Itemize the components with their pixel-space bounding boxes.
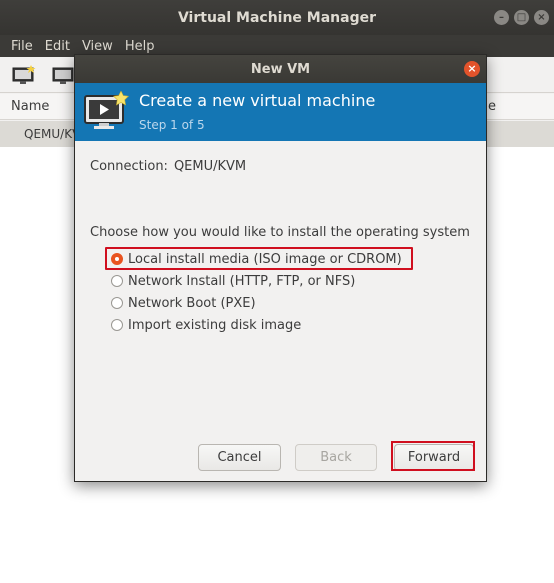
wizard-title: Create a new virtual machine [139, 91, 376, 110]
cancel-button[interactable]: Cancel [198, 444, 281, 471]
new-vm-icon[interactable] [12, 65, 36, 85]
connection-info: Connection: QEMU/KVM [90, 159, 246, 174]
menu-edit[interactable]: Edit [45, 39, 70, 54]
option-label: Network Boot (PXE) [128, 295, 256, 311]
connection-value: QEMU/KVM [173, 159, 247, 174]
wizard-header: Create a new virtual machine Step 1 of 5 [75, 83, 486, 141]
install-method-prompt: Choose how you would like to install the… [90, 225, 470, 240]
minimize-icon[interactable]: – [494, 10, 509, 25]
main-titlebar: Virtual Machine Manager – □ × [0, 0, 554, 35]
option-network-boot[interactable]: Network Boot (PXE) [111, 294, 256, 312]
column-name[interactable]: Name [11, 99, 49, 114]
menu-help[interactable]: Help [125, 39, 155, 54]
back-button: Back [295, 444, 377, 471]
highlight-box [391, 441, 475, 471]
menu-file[interactable]: File [11, 39, 33, 54]
dialog-title: New VM [250, 61, 311, 77]
option-import-disk-image[interactable]: Import existing disk image [111, 316, 301, 334]
connection-label: Connection: [90, 159, 168, 174]
virtual-machine-icon [84, 91, 129, 129]
close-icon[interactable]: × [534, 10, 549, 25]
dialog-close-icon[interactable]: × [464, 61, 480, 77]
menu-view[interactable]: View [82, 39, 113, 54]
main-window-title: Virtual Machine Manager [177, 9, 377, 26]
option-label: Network Install (HTTP, FTP, or NFS) [128, 273, 356, 289]
new-vm-dialog: New VM × Create a new virtual machine St… [74, 54, 487, 482]
dialog-titlebar: New VM × [75, 55, 486, 83]
option-network-install[interactable]: Network Install (HTTP, FTP, or NFS) [111, 272, 355, 290]
open-vm-icon[interactable] [52, 65, 76, 85]
option-label: Import existing disk image [128, 317, 302, 333]
maximize-icon[interactable]: □ [514, 10, 529, 25]
highlight-box [105, 247, 413, 270]
radio-icon[interactable] [111, 297, 123, 309]
radio-icon[interactable] [111, 319, 123, 331]
wizard-step: Step 1 of 5 [139, 118, 205, 132]
radio-icon[interactable] [111, 275, 123, 287]
column-usage[interactable]: e [488, 99, 496, 114]
connection-row-name: QEMU/KV [24, 127, 81, 141]
